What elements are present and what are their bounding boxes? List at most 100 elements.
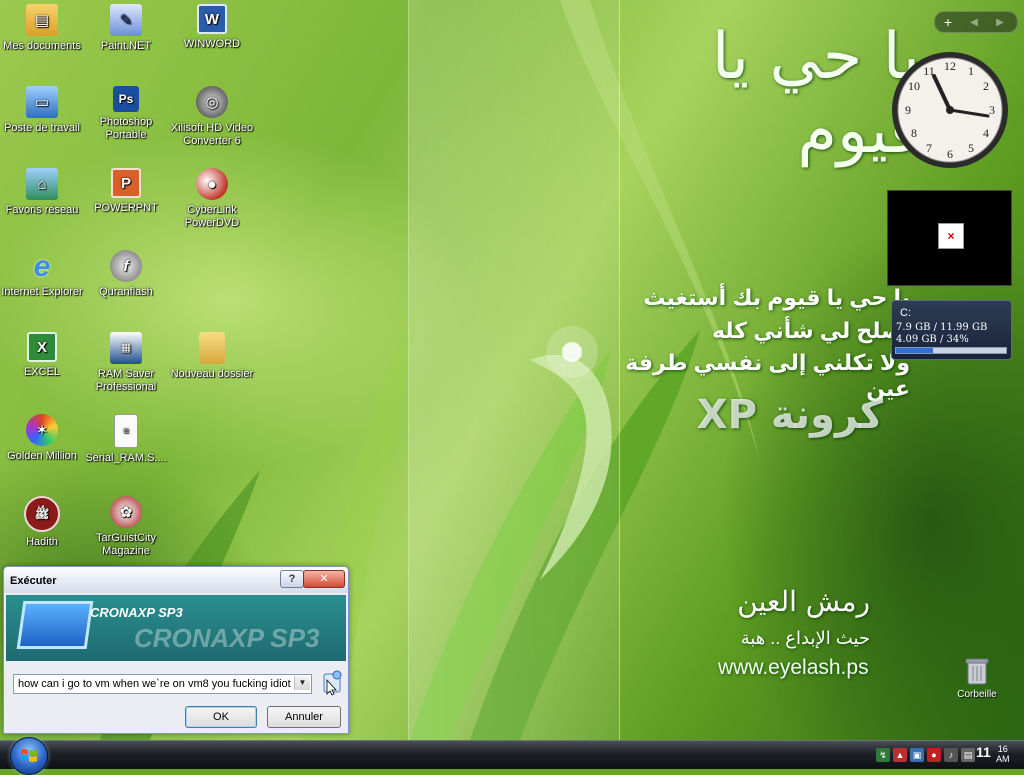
word-icon: W	[197, 4, 227, 34]
help-button[interactable]: ?	[280, 570, 304, 588]
desktop-icon-internet-explorer[interactable]: e Internet Explorer	[0, 250, 84, 299]
close-button[interactable]: ✕	[303, 570, 345, 588]
drive-label: C:	[900, 307, 911, 319]
desktop-icon-ram-saver[interactable]: ▦ RAM Saver Professional	[84, 332, 168, 394]
desktop-icon-label: TarGuistCity Magazine	[96, 532, 156, 557]
desktop-icon-powerdvd[interactable]: ● CyberLink PowerDVD	[170, 168, 254, 230]
desktop-icon-excel[interactable]: X EXCEL	[0, 332, 84, 379]
desktop-icon-label: Internet Explorer	[1, 286, 83, 298]
chevron-down-icon[interactable]: ▼	[294, 676, 310, 690]
start-button[interactable]	[10, 737, 48, 775]
desktop-icon-label: Nouveau dossier	[170, 368, 254, 380]
desktop-icon-label: WINWORD	[183, 38, 241, 50]
desktop-icon-xilisoft[interactable]: ◎ Xilisoft HD Video Converter 6	[170, 86, 254, 148]
drive-used-text: 7.9 GB / 11.99 GB	[896, 322, 988, 333]
wallpaper-url: www.eyelash.ps	[718, 656, 869, 679]
clock-minute-value: 16	[997, 744, 1008, 754]
add-gadget-button[interactable]: +	[935, 14, 961, 30]
desktop-icon-label: Photoshop Portable	[99, 116, 153, 141]
desktop-icon-photoshop[interactable]: Ps Photoshop Portable	[84, 86, 168, 142]
security-tray-icon[interactable]: ●	[927, 748, 941, 762]
taskbar-clock-minute[interactable]: 16 AM	[996, 744, 1010, 764]
desktop-icon-powerpnt[interactable]: P POWERPNT	[84, 168, 168, 215]
golden-million-icon: ✶	[26, 414, 58, 446]
svg-text:10: 10	[908, 79, 920, 93]
monitor-tray-icon[interactable]: ▣	[910, 748, 924, 762]
wallpaper-verse-line-2: أصلح لي شأني كله	[711, 318, 910, 343]
svg-text:2: 2	[983, 79, 989, 93]
desktop-icon-winword[interactable]: W WINWORD	[170, 4, 254, 51]
previous-gadget-button[interactable]: ◀	[961, 17, 987, 28]
browse-cursor-icon[interactable]	[321, 670, 345, 696]
windows-logo-icon	[21, 749, 37, 762]
run-dialog: Exécuter ? ✕ CRONAXP SP3 CRONAXP SP3 how…	[3, 566, 349, 734]
recycle-bin-label: Corbeille	[957, 689, 997, 700]
run-dialog-title: Exécuter	[10, 575, 57, 587]
svg-text:7: 7	[926, 141, 932, 155]
wallpaper-brand: XP كرونة	[696, 392, 884, 438]
desktop-icon-label: Serial_RAM.S....	[85, 452, 167, 464]
desktop-icon-golden-million[interactable]: ✶ Golden Million	[0, 414, 84, 463]
desktop-icon-serial-ram[interactable]: ≡ Serial_RAM.S....	[84, 414, 168, 465]
desktop-icon-label: EXCEL	[23, 366, 61, 378]
system-tray: ↯ ▲ ▣ ● ♪ ▤	[876, 743, 975, 767]
magazine-icon: ✿	[110, 496, 142, 528]
wallpaper-calligraphy: يا حي يا قيوم	[711, 20, 920, 168]
folder-documents-icon: ▤	[26, 4, 58, 36]
ok-button[interactable]: OK	[185, 706, 257, 728]
desktop-icon-hadith[interactable]: ﷺ Hadith	[0, 496, 84, 549]
drive-usage-bar	[895, 347, 1007, 354]
cancel-button[interactable]: Annuler	[267, 706, 341, 728]
desktop-icon-mes-documents[interactable]: ▤ Mes documents	[0, 4, 84, 53]
desktop-icon-favoris-reseau[interactable]: ⌂ Favoris réseau	[0, 168, 84, 217]
safely-remove-tray-icon[interactable]: ▲	[893, 748, 907, 762]
desktop-icon-label: Mes documents	[3, 40, 81, 52]
run-dialog-titlebar[interactable]: Exécuter ? ✕	[4, 567, 348, 593]
clock-gadget[interactable]: 12 1 2 345 678 9 10 11	[888, 48, 1012, 172]
svg-text:3: 3	[989, 103, 995, 117]
desktop-icon-targuistcity[interactable]: ✿ TarGuistCity Magazine	[84, 496, 168, 558]
flash-icon: f	[110, 250, 142, 282]
svg-text:8: 8	[911, 126, 917, 140]
drive-usage-fill	[896, 348, 934, 353]
desktop-icon-nouveau-dossier[interactable]: Nouveau dossier	[170, 332, 254, 381]
wallpaper-signature: رمش العين	[737, 585, 870, 618]
paint-net-icon: ✎	[110, 4, 142, 36]
drive-free-text: 4.09 GB / 34%	[896, 334, 969, 345]
desktop-icon-label: RAM Saver Professional	[95, 368, 157, 393]
drive-meter-gadget[interactable]: C: 7.9 GB / 11.99 GB 4.09 GB / 34%	[891, 300, 1012, 360]
desktop-icon-poste-de-travail[interactable]: ▭ Poste de travail	[0, 86, 84, 135]
next-gadget-button[interactable]: ▶	[987, 17, 1013, 28]
desktop-icon-quranflash[interactable]: f Quranflash	[84, 250, 168, 299]
network-tray-icon[interactable]: ↯	[876, 748, 890, 762]
excel-icon: X	[27, 332, 57, 362]
hadith-icon: ﷺ	[24, 496, 60, 532]
audio-tray-icon[interactable]: ♪	[944, 748, 958, 762]
taskbar: ↯ ▲ ▣ ● ♪ ▤ 11 16 AM	[0, 737, 1024, 775]
taskbar-clock-hour[interactable]: 11	[976, 744, 991, 760]
wallpaper-light-panel	[408, 0, 620, 740]
run-command-combobox[interactable]: how can i go to vm when we`re on vm8 you…	[13, 674, 312, 694]
svg-text:1: 1	[968, 64, 974, 78]
desktop-icon-label: Hadith	[26, 536, 58, 548]
svg-text:6: 6	[947, 147, 953, 161]
svg-text:9: 9	[905, 103, 911, 117]
desktop-icon-label: POWERPNT	[94, 202, 158, 214]
text-file-icon: ≡	[114, 414, 138, 448]
recycle-bin-icon	[965, 658, 989, 685]
broken-image-icon: ×	[938, 223, 964, 249]
hardware-tray-icon[interactable]: ▤	[961, 748, 975, 762]
desktop-icon-paint-net[interactable]: ✎ Paint.NET	[84, 4, 168, 53]
wallpaper-tagline: حيث الإبداع .. هبة	[740, 628, 870, 648]
svg-text:5: 5	[968, 141, 974, 155]
window-graphic-icon	[16, 601, 94, 649]
analog-clock-face: 12 12 345 678 91011	[892, 52, 1008, 168]
desktop-icon-label: Quranflash	[99, 286, 153, 298]
slideshow-gadget[interactable]: ×	[887, 190, 1012, 286]
run-dialog-banner: CRONAXP SP3 CRONAXP SP3	[6, 595, 346, 661]
desktop-icon-label: Favoris réseau	[5, 204, 79, 216]
desktop-icon-recycle-bin[interactable]: Corbeille	[948, 656, 1006, 700]
run-command-input[interactable]: how can i go to vm when we`re on vm8 you…	[18, 678, 291, 690]
desktop-icon-label: Poste de travail	[4, 122, 80, 134]
network-icon: ⌂	[26, 168, 58, 200]
